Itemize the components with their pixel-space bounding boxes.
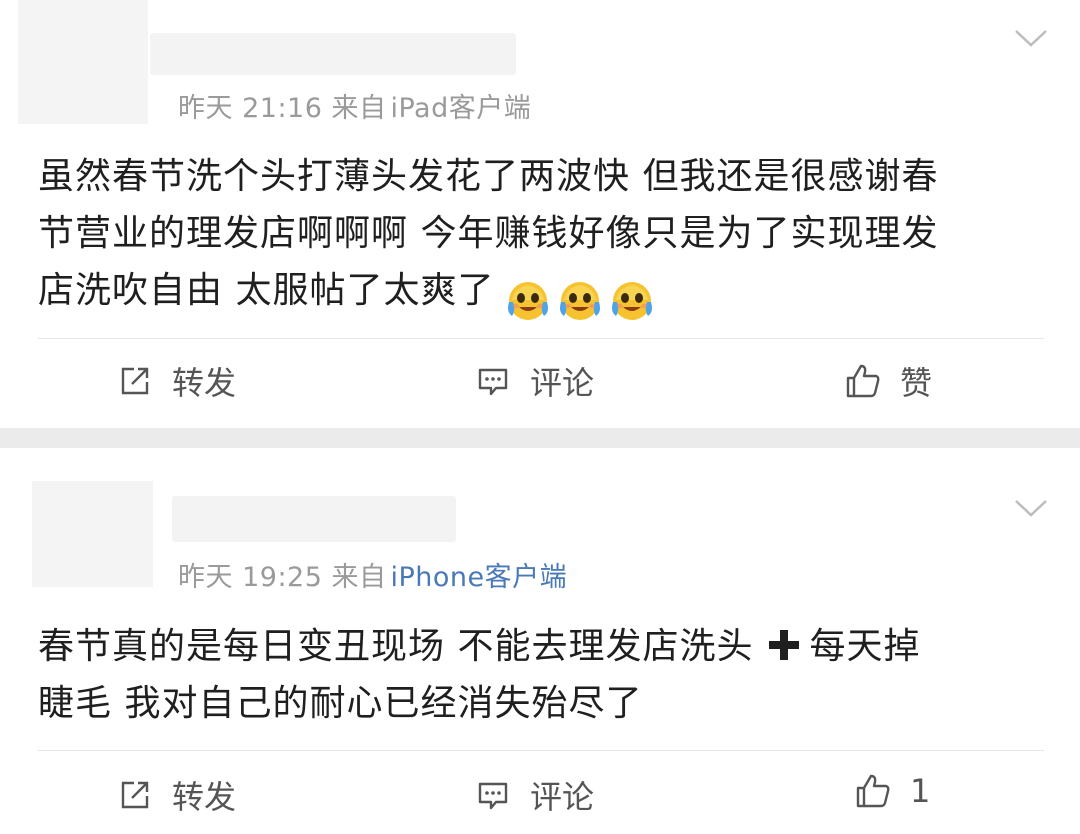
post-meta: 昨天 19:25 来自 iPhone客户端 [178,555,567,594]
like-button[interactable]: 赞 [844,358,932,404]
post-time: 昨天 19:25 来自 [178,562,387,593]
comment-label: 评论 [530,364,595,402]
weibo-post: 昨天 19:25 来自 iPhone客户端 春节真的是每日变丑现场 不能去理发店洗… [0,448,1080,819]
like-button[interactable]: 1 [854,772,930,810]
plus-icon [769,630,800,660]
emoji-group [504,270,660,327]
crying-laugh-emoji-icon [560,282,601,320]
comment-icon [478,782,508,810]
post-time: 昨天 21:16 来自 [178,93,387,124]
repost-icon [121,367,149,395]
action-bar: 转发 评论 赞 [0,340,1080,420]
crying-laugh-emoji-icon [612,282,653,320]
avatar[interactable] [32,481,153,587]
comment-button[interactable]: 评论 [476,772,594,818]
content-line: 春节真的是每日变丑现场 不能去理发店洗头 每天掉 [38,618,1048,675]
repost-button[interactable]: 转发 [118,772,236,818]
post-content: 虽然春节洗个头打薄头发花了两波快 但我还是很感谢春 节营业的理发店啊啊啊 今年赚… [38,148,1048,327]
post-source[interactable]: iPhone客户端 [390,562,567,593]
post-source: iPad客户端 [390,93,532,124]
like-label: 赞 [900,364,933,402]
comment-button[interactable]: 评论 [476,358,594,404]
content-text: 春节真的是每日变丑现场 不能去理发店洗头 [38,626,754,667]
post-content: 春节真的是每日变丑现场 不能去理发店洗头 每天掉 睫毛 我对自己的耐心已经消失殆尽… [38,618,1048,732]
weibo-post: 昨天 21:16 来自 iPad客户端 虽然春节洗个头打薄头发花了两波快 但我还是… [0,0,1080,428]
like-icon [846,364,880,398]
post-meta: 昨天 21:16 来自 iPad客户端 [178,86,531,125]
content-line: 节营业的理发店啊啊啊 今年赚钱好像只是为了实现理发 [38,213,939,254]
content-line: 睫毛 我对自己的耐心已经消失殆尽了 [38,683,643,724]
divider [38,338,1044,339]
repost-label: 转发 [172,364,237,402]
repost-button[interactable]: 转发 [118,358,236,404]
divider [38,750,1044,751]
feed-separator [0,428,1080,448]
like-count: 1 [910,772,931,810]
chevron-down-icon[interactable] [1014,498,1048,518]
comment-label: 评论 [530,778,595,816]
repost-icon [121,781,149,809]
action-bar: 转发 评论 1 [0,754,1080,834]
content-line: 虽然春节洗个头打薄头发花了两波快 但我还是很感谢春 [38,156,939,197]
chevron-down-icon[interactable] [1014,28,1048,48]
repost-label: 转发 [172,778,237,816]
crying-laugh-emoji-icon [508,282,549,320]
content-line: 店洗吹自由 太服帖了太爽了 [38,262,1048,327]
comment-icon [478,368,508,396]
like-icon [856,774,890,808]
username-blurred[interactable] [150,33,516,75]
avatar[interactable] [18,0,148,124]
content-text: 店洗吹自由 太服帖了太爽了 [38,270,495,311]
content-text: 每天掉 [809,626,921,667]
username-blurred[interactable] [172,496,456,542]
